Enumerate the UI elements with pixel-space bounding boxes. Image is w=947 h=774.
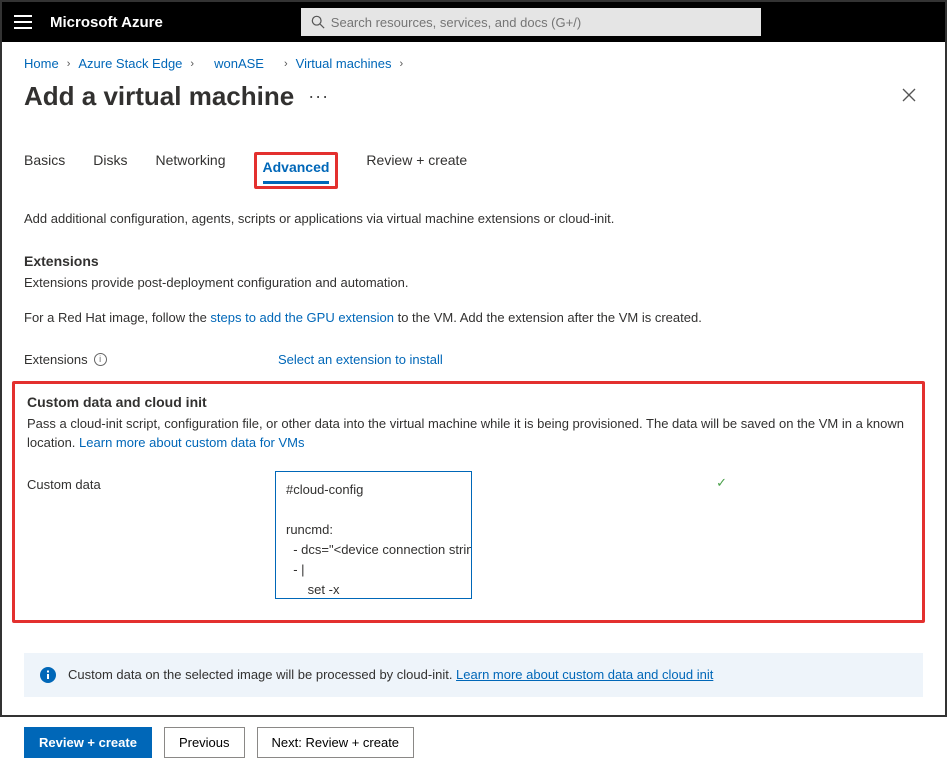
page-title: Add a virtual machine xyxy=(24,81,294,112)
tab-review[interactable]: Review + create xyxy=(366,152,467,189)
extensions-label: Extensions xyxy=(24,352,88,367)
breadcrumb-vms[interactable]: Virtual machines xyxy=(296,56,392,71)
next-button[interactable]: Next: Review + create xyxy=(257,727,415,758)
check-icon: ✓ xyxy=(716,475,727,491)
intro-text: Add additional configuration, agents, sc… xyxy=(24,209,923,229)
tab-advanced[interactable]: Advanced xyxy=(263,159,330,184)
breadcrumb: Home › Azure Stack Edge › wonASE › Virtu… xyxy=(24,56,923,71)
previous-button[interactable]: Previous xyxy=(164,727,245,758)
close-icon[interactable] xyxy=(901,87,917,106)
gpu-extension-link[interactable]: steps to add the GPU extension xyxy=(210,310,394,325)
customdata-textarea[interactable] xyxy=(275,471,472,599)
breadcrumb-wonase[interactable]: wonASE xyxy=(214,56,264,71)
extensions-desc: Extensions provide post-deployment confi… xyxy=(24,273,923,293)
tab-advanced-highlight: Advanced xyxy=(254,152,339,189)
more-icon[interactable]: ··· xyxy=(308,86,329,107)
breadcrumb-ase[interactable]: Azure Stack Edge xyxy=(78,56,182,71)
customdata-heading: Custom data and cloud init xyxy=(27,394,910,410)
gpu-pre: For a Red Hat image, follow the xyxy=(24,310,210,325)
tab-networking[interactable]: Networking xyxy=(155,152,225,189)
cloudinit-info-banner: Custom data on the selected image will b… xyxy=(24,653,923,697)
search-wrap xyxy=(301,8,761,36)
brand-label: Microsoft Azure xyxy=(50,14,163,31)
customdata-desc: Pass a cloud-init script, configuration … xyxy=(27,414,910,453)
extensions-gpu-note: For a Red Hat image, follow the steps to… xyxy=(24,308,923,328)
breadcrumb-home[interactable]: Home xyxy=(24,56,59,71)
top-bar: Microsoft Azure xyxy=(2,2,945,42)
menu-icon[interactable] xyxy=(14,15,32,29)
customdata-field-row: Custom data ✓ xyxy=(27,471,910,602)
search-input[interactable] xyxy=(301,8,761,36)
info-icon xyxy=(40,667,56,683)
customdata-textarea-wrap: ✓ xyxy=(275,471,745,602)
custom-data-highlight: Custom data and cloud init Pass a cloud-… xyxy=(12,381,925,623)
extensions-heading: Extensions xyxy=(24,253,923,269)
banner-link[interactable]: Learn more about custom data and cloud i… xyxy=(456,667,713,682)
banner-msg: Custom data on the selected image will b… xyxy=(68,667,713,682)
chevron-right-icon: › xyxy=(400,58,404,70)
customdata-learn-link[interactable]: Learn more about custom data for VMs xyxy=(79,435,304,450)
tabs: Basics Disks Networking Advanced Review … xyxy=(24,152,923,189)
search-icon xyxy=(311,15,325,29)
review-create-button[interactable]: Review + create xyxy=(24,727,152,758)
info-icon[interactable]: i xyxy=(94,353,107,366)
extensions-label-wrap: Extensions i xyxy=(24,352,272,367)
customdata-label: Custom data xyxy=(27,471,275,602)
chevron-right-icon: › xyxy=(284,58,288,70)
chevron-right-icon: › xyxy=(190,58,194,70)
gpu-post: to the VM. Add the extension after the V… xyxy=(394,310,702,325)
banner-text: Custom data on the selected image will b… xyxy=(68,667,456,682)
footer-buttons: Review + create Previous Next: Review + … xyxy=(24,727,923,774)
extensions-field-row: Extensions i Select an extension to inst… xyxy=(24,352,923,367)
title-row: Add a virtual machine ··· xyxy=(24,81,923,112)
chevron-right-icon: › xyxy=(67,58,71,70)
tab-disks[interactable]: Disks xyxy=(93,152,127,189)
select-extension-link[interactable]: Select an extension to install xyxy=(278,352,443,367)
tab-basics[interactable]: Basics xyxy=(24,152,65,189)
